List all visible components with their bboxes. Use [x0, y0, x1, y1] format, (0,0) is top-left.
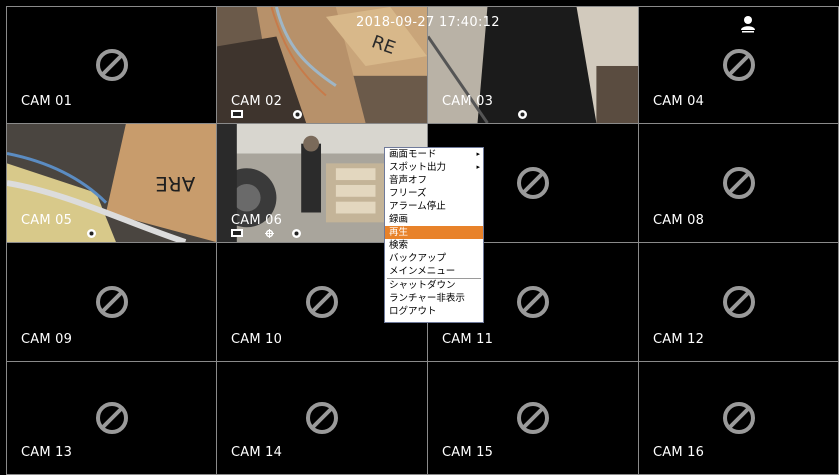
status-badges [21, 228, 96, 238]
sensor-icon [292, 228, 301, 238]
no-signal-icon [95, 402, 128, 434]
no-signal-icon [722, 167, 755, 199]
menu-item-search[interactable]: 検索 [385, 239, 483, 252]
menu-item-label: スポット出力 [389, 162, 447, 173]
settings-icon [265, 228, 274, 238]
camera-tile-14[interactable]: CAM 14 [216, 361, 428, 475]
camera-label: CAM 02 [231, 94, 283, 109]
sensor-icon [518, 109, 527, 119]
context-menu: 画面モード ▸ スポット出力 ▸ 音声オフ フリーズ アラーム停止 録画 再生 検索… [384, 147, 484, 323]
camera-tile-16[interactable]: CAM 16 [638, 361, 839, 475]
no-signal-icon [517, 167, 549, 199]
user-icon[interactable] [740, 15, 756, 33]
menu-item-backup[interactable]: バックアップ [385, 252, 483, 265]
camera-tile-13[interactable]: CAM 13 [6, 361, 217, 475]
no-signal-icon [517, 402, 549, 434]
camera-label: CAM 14 [231, 445, 283, 460]
menu-item-main-menu[interactable]: メインメニュー [385, 265, 483, 278]
status-badges [442, 109, 527, 119]
camera-label: CAM 03 [442, 94, 494, 109]
no-signal-icon [306, 402, 338, 434]
camera-label: CAM 04 [653, 94, 705, 109]
camera-label: CAM 08 [653, 213, 705, 228]
svg-text:ARE: ARE [155, 172, 195, 195]
camera-label: CAM 01 [21, 94, 73, 109]
no-signal-icon [306, 286, 338, 318]
status-badges [231, 228, 301, 238]
camera-label: CAM 09 [21, 332, 73, 347]
camera-label: CAM 11 [442, 332, 494, 347]
camera-tile-08[interactable]: CAM 08 [638, 123, 839, 243]
ptz-icon [231, 229, 243, 237]
camera-tile-12[interactable]: CAM 12 [638, 242, 839, 362]
camera-label: CAM 06 [231, 213, 283, 228]
sensor-icon [87, 228, 96, 238]
menu-item-record[interactable]: 録画 [385, 213, 483, 226]
camera-tile-01[interactable]: CAM 01 [6, 6, 217, 124]
menu-item-spot-output[interactable]: スポット出力 ▸ [385, 161, 483, 174]
camera-label: CAM 16 [653, 445, 705, 460]
camera-label: CAM 10 [231, 332, 283, 347]
menu-item-freeze[interactable]: フリーズ [385, 187, 483, 200]
no-signal-icon [95, 49, 128, 81]
camera-label: CAM 15 [442, 445, 494, 460]
submenu-arrow-icon: ▸ [476, 163, 480, 171]
camera-tile-15[interactable]: CAM 15 [427, 361, 639, 475]
menu-item-shutdown[interactable]: シャットダウン [385, 279, 483, 292]
menu-item-audio-off[interactable]: 音声オフ [385, 174, 483, 187]
camera-tile-04[interactable]: CAM 04 [638, 6, 839, 124]
sensor-icon [293, 109, 302, 119]
system-timestamp: 2018-09-27 17:40:12 [356, 15, 500, 30]
menu-item-playback[interactable]: 再生 [385, 226, 483, 239]
camera-label: CAM 12 [653, 332, 705, 347]
no-signal-icon [722, 49, 755, 81]
camera-label: CAM 13 [21, 445, 73, 460]
camera-label: CAM 05 [21, 213, 73, 228]
no-signal-icon [517, 286, 549, 318]
menu-item-label: 画面モード [389, 149, 437, 160]
menu-item-logout[interactable]: ログアウト [385, 305, 483, 318]
camera-tile-09[interactable]: CAM 09 [6, 242, 217, 362]
submenu-arrow-icon: ▸ [476, 150, 480, 158]
menu-item-hide-launcher[interactable]: ランチャー非表示 [385, 292, 483, 305]
no-signal-icon [722, 402, 755, 434]
camera-tile-05[interactable]: ARE CAM 05 [6, 123, 217, 243]
no-signal-icon [95, 286, 128, 318]
menu-item-screen-mode[interactable]: 画面モード ▸ [385, 148, 483, 161]
no-signal-icon [722, 286, 755, 318]
ptz-icon [231, 110, 243, 118]
status-badges [231, 109, 302, 119]
menu-item-alarm-stop[interactable]: アラーム停止 [385, 200, 483, 213]
